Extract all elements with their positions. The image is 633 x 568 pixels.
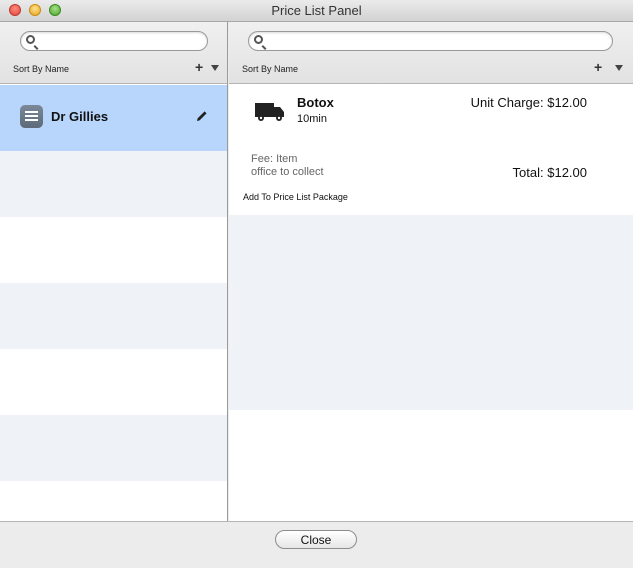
right-sort-by-name[interactable]: Sort By Name (242, 64, 298, 74)
empty-row (0, 217, 227, 283)
window-title: Price List Panel (271, 3, 362, 18)
search-icon (26, 35, 35, 44)
right-search-field[interactable] (248, 31, 613, 51)
item-duration: 10min (297, 113, 327, 125)
price-list-pane: Sort By Name + Dr Gillies (0, 22, 228, 521)
list-item[interactable]: Dr Gillies (0, 85, 227, 151)
list-icon (20, 105, 43, 128)
price-list-window: Price List Panel Sort By Name + Dr Gilli… (0, 0, 633, 568)
unit-charge: Unit Charge: $12.00 (470, 95, 587, 110)
left-search-field[interactable] (20, 31, 208, 51)
item-name: Botox (297, 95, 334, 110)
fee-type: Fee: Item (251, 153, 298, 165)
pencil-icon[interactable] (196, 110, 208, 122)
truck-icon (255, 103, 284, 121)
empty-item-area (229, 410, 633, 521)
price-items-pane: Sort By Name + Botox 10min Unit Charge: … (229, 22, 633, 521)
close-button[interactable]: Close (275, 530, 357, 549)
empty-row (0, 151, 227, 217)
fee-note: office to collect (251, 166, 324, 178)
left-pane-header: Sort By Name + (0, 22, 227, 84)
empty-row (0, 283, 227, 349)
price-item[interactable]: Botox 10min Unit Charge: $12.00 Fee: Ite… (229, 85, 633, 215)
item-total: Total: $12.00 (512, 165, 587, 180)
list-item-name: Dr Gillies (51, 109, 109, 124)
empty-row (0, 481, 227, 521)
title-bar: Price List Panel (0, 0, 633, 22)
right-pane-header: Sort By Name + (229, 22, 633, 84)
empty-row (0, 349, 227, 415)
search-icon (254, 35, 263, 44)
left-search-input[interactable] (41, 33, 199, 51)
empty-item-area (229, 215, 633, 410)
footer-bar: Close (0, 521, 633, 568)
empty-row (0, 415, 227, 481)
left-sort-by-name[interactable]: Sort By Name (13, 64, 69, 74)
right-search-input[interactable] (269, 33, 604, 51)
add-item-icon[interactable]: + (594, 60, 602, 74)
add-list-icon[interactable]: + (195, 60, 203, 74)
left-options-chevron-down-icon[interactable] (211, 65, 219, 71)
right-options-chevron-down-icon[interactable] (615, 65, 623, 71)
add-to-price-list-package-link[interactable]: Add To Price List Package (243, 192, 348, 202)
